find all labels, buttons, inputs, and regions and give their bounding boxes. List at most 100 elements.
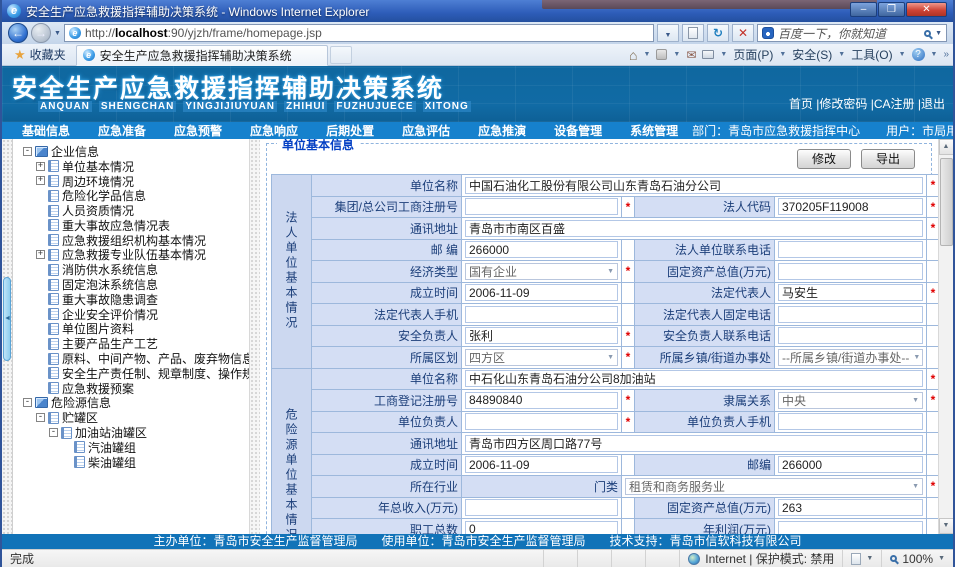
- back-button[interactable]: ←: [8, 23, 28, 43]
- tree-item[interactable]: 原料、中间产物、产品、废弃物信息: [13, 351, 249, 366]
- tree-item[interactable]: 柴油罐组: [13, 455, 249, 470]
- collapse-icon[interactable]: -: [36, 413, 45, 422]
- tree-item[interactable]: +单位基本情况: [13, 159, 249, 174]
- input-field[interactable]: [778, 306, 923, 323]
- forward-button[interactable]: →: [31, 23, 51, 43]
- tree-item[interactable]: 重大事故应急情况表: [13, 218, 249, 233]
- home-icon[interactable]: ⌂: [629, 47, 637, 63]
- select-field[interactable]: 中央▼: [778, 392, 923, 409]
- zoom-control[interactable]: 100% ▼: [881, 550, 953, 567]
- input-field[interactable]: 马安生: [778, 284, 923, 301]
- tree-main-splitter[interactable]: [249, 139, 260, 534]
- tree-item[interactable]: 消防供水系统信息: [13, 262, 249, 277]
- tree-item[interactable]: -企业信息: [13, 144, 249, 159]
- favorites-button[interactable]: ★ 收藏夹: [6, 45, 74, 65]
- input-field[interactable]: [465, 306, 618, 323]
- header-link[interactable]: CA注册: [874, 97, 915, 111]
- input-field[interactable]: [778, 241, 923, 258]
- tree-item[interactable]: +周边环境情况: [13, 174, 249, 189]
- nav-item[interactable]: 后期处置: [312, 122, 388, 139]
- refresh-button[interactable]: ↻: [707, 24, 729, 42]
- history-dropdown-icon[interactable]: ▼: [54, 30, 61, 37]
- search-icon[interactable]: [924, 30, 931, 37]
- new-tab-button[interactable]: [330, 46, 352, 64]
- input-field[interactable]: [465, 413, 618, 430]
- tree-item[interactable]: -贮罐区: [13, 410, 249, 425]
- tree-item[interactable]: 企业安全评价情况: [13, 307, 249, 322]
- tree-item[interactable]: 安全生产责任制、规章制度、操作规程信息: [13, 366, 249, 381]
- tree-item[interactable]: 汽油罐组: [13, 440, 249, 455]
- input-field[interactable]: [778, 521, 923, 534]
- tools-menu[interactable]: 工具(O): [851, 46, 892, 63]
- scrollbar-thumb[interactable]: [940, 158, 953, 246]
- print-icon[interactable]: [702, 50, 714, 59]
- input-field[interactable]: 青岛市四方区周口路77号: [465, 435, 923, 452]
- input-field[interactable]: 2006-11-09: [465, 284, 618, 301]
- input-field[interactable]: 中石化山东青岛石油分公司8加油站: [465, 370, 923, 387]
- help-icon[interactable]: ?: [912, 48, 925, 61]
- input-field[interactable]: 266000: [465, 241, 618, 258]
- stop-button[interactable]: ✕: [732, 24, 754, 42]
- tree-item[interactable]: +应急救援专业队伍基本情况: [13, 248, 249, 263]
- input-field[interactable]: [778, 327, 923, 344]
- vertical-scrollbar[interactable]: ▲ ▼: [938, 139, 953, 534]
- minimize-button[interactable]: –: [850, 2, 877, 17]
- tree-item[interactable]: 危险化学品信息: [13, 188, 249, 203]
- splitter-collapse-handle[interactable]: ◄: [3, 277, 11, 361]
- tab-active[interactable]: e 安全生产应急救援指挥辅助决策系统: [76, 45, 328, 66]
- input-field[interactable]: 0: [465, 521, 618, 534]
- select-field[interactable]: 租赁和商务服务业▼: [625, 478, 923, 495]
- compatibility-view-button[interactable]: [682, 24, 704, 42]
- tree-item[interactable]: 应急救援预案: [13, 381, 249, 396]
- tree-item[interactable]: 固定泡沫系统信息: [13, 277, 249, 292]
- collapse-icon[interactable]: -: [23, 147, 32, 156]
- input-field[interactable]: 370205F119008: [778, 198, 923, 215]
- overflow-chevron-icon[interactable]: »: [943, 49, 949, 60]
- nav-item[interactable]: 应急响应: [236, 122, 312, 139]
- nav-item[interactable]: 应急准备: [84, 122, 160, 139]
- tree-item[interactable]: -加油站油罐区: [13, 425, 249, 440]
- close-button[interactable]: ✕: [906, 2, 947, 17]
- input-field[interactable]: 中国石油化工股份有限公司山东青岛石油分公司: [465, 177, 923, 194]
- nav-item[interactable]: 设备管理: [540, 122, 616, 139]
- left-splitter[interactable]: ◄: [2, 139, 13, 534]
- expand-icon[interactable]: +: [36, 162, 45, 171]
- nav-item[interactable]: 应急预警: [160, 122, 236, 139]
- address-dropdown-button[interactable]: ▼: [657, 24, 679, 42]
- mail-icon[interactable]: ✉: [686, 48, 696, 62]
- scroll-up-icon[interactable]: ▲: [939, 139, 954, 155]
- nav-item[interactable]: 应急推演: [464, 122, 540, 139]
- input-field[interactable]: [778, 413, 923, 430]
- collapse-icon[interactable]: -: [49, 428, 58, 437]
- expand-icon[interactable]: +: [36, 250, 45, 259]
- header-link[interactable]: 退出: [921, 97, 945, 111]
- input-field[interactable]: [465, 198, 618, 215]
- nav-item[interactable]: 基础信息: [8, 122, 84, 139]
- input-field[interactable]: 2006-11-09: [465, 456, 618, 473]
- input-field[interactable]: 青岛市市南区百盛: [465, 220, 923, 237]
- tree-item[interactable]: 主要产品生产工艺: [13, 336, 249, 351]
- header-link[interactable]: 首页: [789, 97, 813, 111]
- input-field[interactable]: 266000: [778, 456, 923, 473]
- collapse-icon[interactable]: -: [23, 398, 32, 407]
- input-field[interactable]: 263: [778, 499, 923, 516]
- tree-item[interactable]: 单位图片资料: [13, 322, 249, 337]
- header-link[interactable]: 修改密码: [819, 97, 867, 111]
- tree-item[interactable]: 重大事故隐患调查: [13, 292, 249, 307]
- maximize-button[interactable]: ❐: [878, 2, 905, 17]
- tree-item[interactable]: 应急救援组织机构基本情况: [13, 233, 249, 248]
- modify-button[interactable]: 修改: [797, 149, 851, 169]
- search-input[interactable]: 百度一下，你就知道 ▼: [757, 24, 947, 42]
- export-button[interactable]: 导出: [861, 149, 915, 169]
- select-field[interactable]: 四方区▼: [465, 349, 618, 366]
- input-field[interactable]: 张利: [465, 327, 618, 344]
- nav-item[interactable]: 应急评估: [388, 122, 464, 139]
- tree-item[interactable]: 人员资质情况: [13, 203, 249, 218]
- safety-menu[interactable]: 安全(S): [792, 46, 832, 63]
- feeds-icon[interactable]: [656, 49, 667, 60]
- address-input[interactable]: e http://localhost:90/yjzh/frame/homepag…: [64, 24, 654, 42]
- select-field[interactable]: 国有企业▼: [465, 263, 618, 280]
- input-field[interactable]: [465, 499, 618, 516]
- tree-item[interactable]: -危险源信息: [13, 396, 249, 411]
- search-options-icon[interactable]: ▼: [935, 30, 942, 37]
